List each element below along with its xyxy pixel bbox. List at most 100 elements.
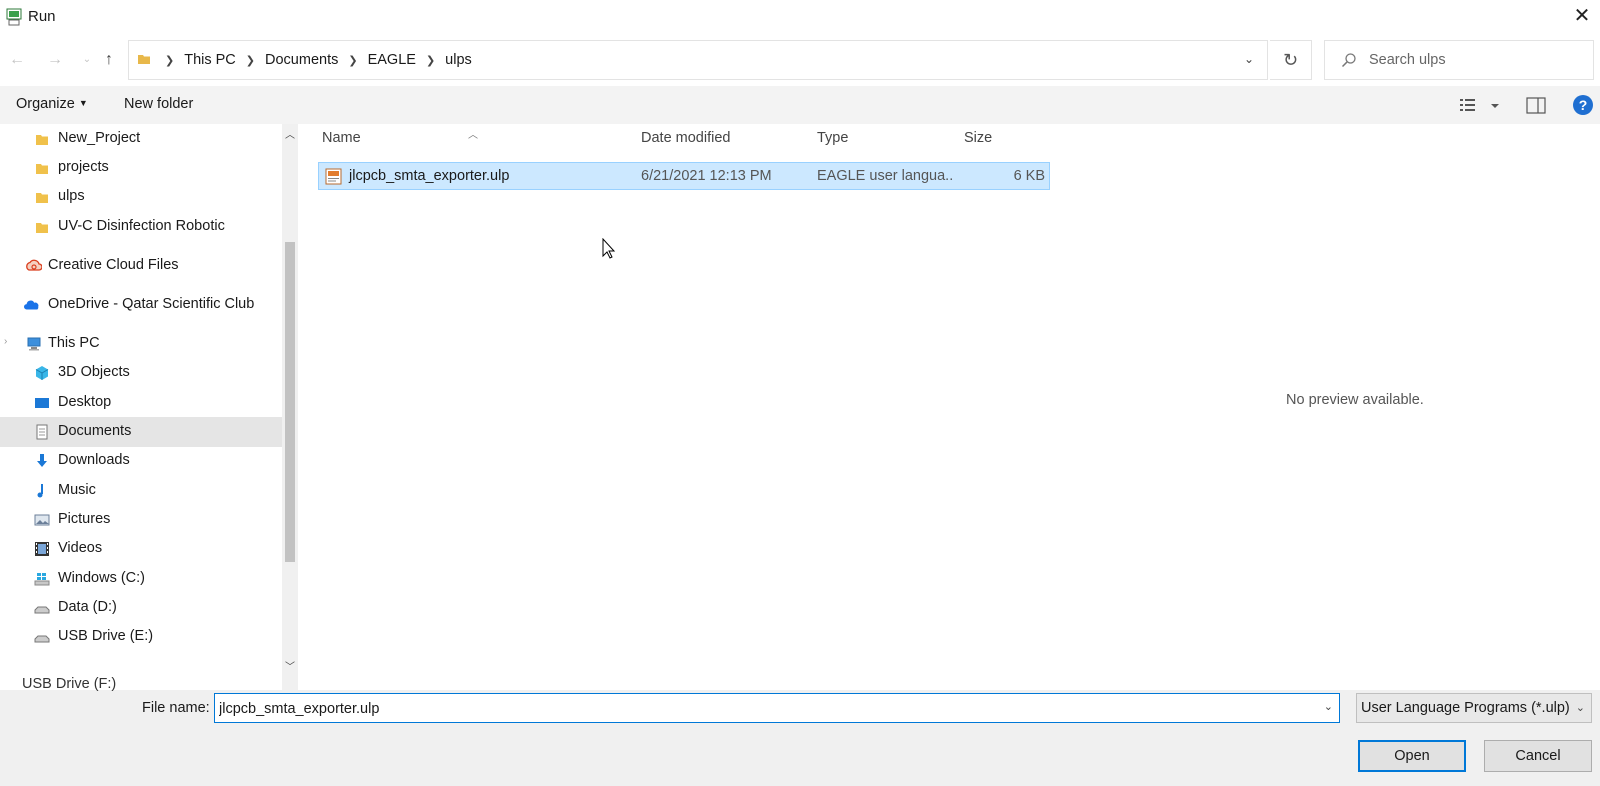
sidebar-item-label: Videos (58, 540, 103, 556)
folder-icon (138, 55, 150, 64)
breadcrumb: ❯ This PC ❯ Documents ❯ EAGLE ❯ ulps (155, 41, 472, 79)
title-bar: Run ✕ (0, 0, 1600, 34)
file-type-filter-value: User Language Programs (*.ulp) (1361, 700, 1570, 716)
file-date: 6/21/2021 12:13 PM (641, 168, 772, 184)
caret-down-icon: ▼ (78, 98, 88, 108)
view-options-icon[interactable] (1458, 97, 1502, 115)
sidebar-item-videos[interactable]: Videos (0, 534, 282, 564)
organize-label: Organize (16, 96, 75, 112)
sidebar-item-pictures[interactable]: Pictures (0, 505, 282, 535)
open-button[interactable]: Open (1358, 740, 1466, 772)
breadcrumb-this-pc[interactable]: This PC (184, 52, 236, 68)
eagle-board-icon (6, 8, 22, 26)
back-button[interactable]: ← (6, 47, 28, 73)
column-header-name[interactable]: Name ︿ (322, 130, 478, 146)
scroll-down-icon[interactable]: ﹀ (282, 658, 298, 676)
sidebar-item-label: OneDrive - Qatar Scientific Club (48, 296, 255, 312)
folder-icon (36, 135, 48, 145)
breadcrumb-ulps[interactable]: ulps (445, 52, 472, 68)
sidebar-item-label: Downloads (58, 452, 130, 468)
sidebar-item-desktop[interactable]: Desktop (0, 388, 282, 418)
search-box[interactable] (1324, 40, 1594, 80)
sidebar-item-this-pc[interactable]: › This PC (0, 329, 282, 359)
music-icon (37, 484, 43, 498)
sidebar-item-music[interactable]: Music (0, 476, 282, 506)
3d-objects-icon (35, 366, 49, 380)
column-header-size[interactable]: Size (964, 130, 992, 146)
refresh-button[interactable]: ↻ (1270, 40, 1312, 80)
windows-drive-icon (34, 573, 50, 586)
preview-pane-icon[interactable] (1526, 97, 1546, 114)
file-type-filter[interactable]: User Language Programs (*.ulp) ⌄ (1356, 693, 1592, 723)
navigation-pane: New_Project projects ulps UV-C Disinfect… (0, 124, 298, 696)
breadcrumb-eagle[interactable]: EAGLE (368, 52, 416, 68)
chevron-down-icon[interactable]: ⌄ (1241, 52, 1257, 68)
file-name-label: File name: (142, 700, 210, 716)
search-input[interactable] (1369, 50, 1579, 70)
sidebar-item-label: Desktop (58, 394, 112, 410)
sidebar-item-label: USB Drive (E:) (58, 628, 154, 644)
documents-icon (36, 424, 48, 440)
sidebar-item-usb-drive-e[interactable]: USB Drive (E:) (0, 622, 282, 652)
bottom-panel: USB Drive (F:) File name: ⌄ User Languag… (0, 676, 1600, 786)
sidebar-item-usb-drive-f[interactable]: USB Drive (F:) (22, 676, 116, 692)
sidebar-item-new-project[interactable]: New_Project (0, 124, 282, 154)
chevron-down-icon[interactable]: ⌄ (1324, 700, 1333, 713)
scroll-up-icon[interactable]: ︿ (282, 126, 298, 144)
search-icon (1341, 53, 1356, 68)
sidebar-item-onedrive[interactable]: OneDrive - Qatar Scientific Club (0, 290, 282, 320)
downloads-icon (37, 454, 47, 467)
sidebar-item-label: projects (58, 159, 109, 175)
chevron-right-icon: ❯ (425, 54, 436, 67)
chevron-right-icon: ❯ (348, 54, 358, 67)
toolbar: Organize ▼ New folder ? (0, 86, 1600, 124)
close-button[interactable]: ✕ (1570, 4, 1594, 28)
file-name: jlcpcb_smta_exporter.ulp (349, 168, 510, 184)
sidebar-item-label: 3D Objects (58, 364, 130, 380)
address-bar[interactable]: ❯ This PC ❯ Documents ❯ EAGLE ❯ ulps ⌄ (128, 40, 1268, 80)
help-icon[interactable]: ? (1573, 95, 1593, 115)
breadcrumb-documents[interactable]: Documents (265, 52, 338, 68)
sidebar-item-label: Data (D:) (58, 599, 117, 615)
sidebar-item-projects[interactable]: projects (0, 153, 282, 183)
videos-icon (35, 542, 49, 556)
computer-icon (27, 337, 41, 351)
chevron-down-icon: ⌄ (1575, 702, 1585, 714)
organize-button[interactable]: Organize ▼ (16, 96, 88, 112)
pictures-icon (34, 514, 50, 526)
sidebar-scrollbar[interactable]: ︿ ﹀ (282, 124, 298, 696)
file-name-field[interactable]: ⌄ (214, 693, 1340, 723)
sidebar-item-label: Pictures (58, 511, 111, 527)
file-row[interactable]: jlcpcb_smta_exporter.ulp 6/21/2021 12:13… (318, 162, 1050, 190)
window-title: Run (28, 8, 56, 25)
column-name-label: Name (322, 130, 361, 146)
sidebar-item-label: Creative Cloud Files (48, 257, 179, 273)
sidebar-item-data-d[interactable]: Data (D:) (0, 593, 282, 623)
file-size: 6 KB (1013, 168, 1045, 184)
forward-button[interactable]: → (44, 47, 66, 73)
ulp-file-icon (325, 168, 342, 185)
sidebar-item-creative-cloud-files[interactable]: Creative Cloud Files (0, 251, 282, 281)
sidebar-item-label: Windows (C:) (58, 570, 146, 586)
chevron-right-icon: ❯ (165, 54, 175, 67)
column-header-type[interactable]: Type (817, 130, 848, 146)
mouse-cursor-icon (602, 238, 616, 259)
file-name-input[interactable] (219, 699, 1299, 719)
up-button[interactable]: ↑ (98, 47, 120, 73)
sidebar-item-windows-c[interactable]: Windows (C:) (0, 564, 282, 594)
creative-cloud-icon (26, 259, 42, 271)
scrollbar-thumb[interactable] (285, 242, 295, 562)
sidebar-item-documents[interactable]: Documents (0, 417, 282, 447)
sidebar-item-3d-objects[interactable]: 3D Objects (0, 358, 282, 388)
sidebar-item-label: UV-C Disinfection Robotic (58, 218, 225, 234)
chevron-right-icon[interactable]: › (4, 336, 14, 350)
sidebar-item-ulps[interactable]: ulps (0, 182, 282, 212)
sidebar-item-uv-c-disinfection-robotic[interactable]: UV-C Disinfection Robotic (0, 212, 282, 242)
cancel-button[interactable]: Cancel (1484, 740, 1592, 772)
sort-ascending-icon: ︿ (468, 130, 478, 141)
new-folder-button[interactable]: New folder (124, 96, 193, 112)
column-header-date-modified[interactable]: Date modified (641, 130, 730, 146)
sidebar-item-label: Music (58, 482, 96, 498)
sidebar-item-downloads[interactable]: Downloads (0, 446, 282, 476)
recent-locations-button[interactable]: ⌄ (76, 47, 98, 73)
